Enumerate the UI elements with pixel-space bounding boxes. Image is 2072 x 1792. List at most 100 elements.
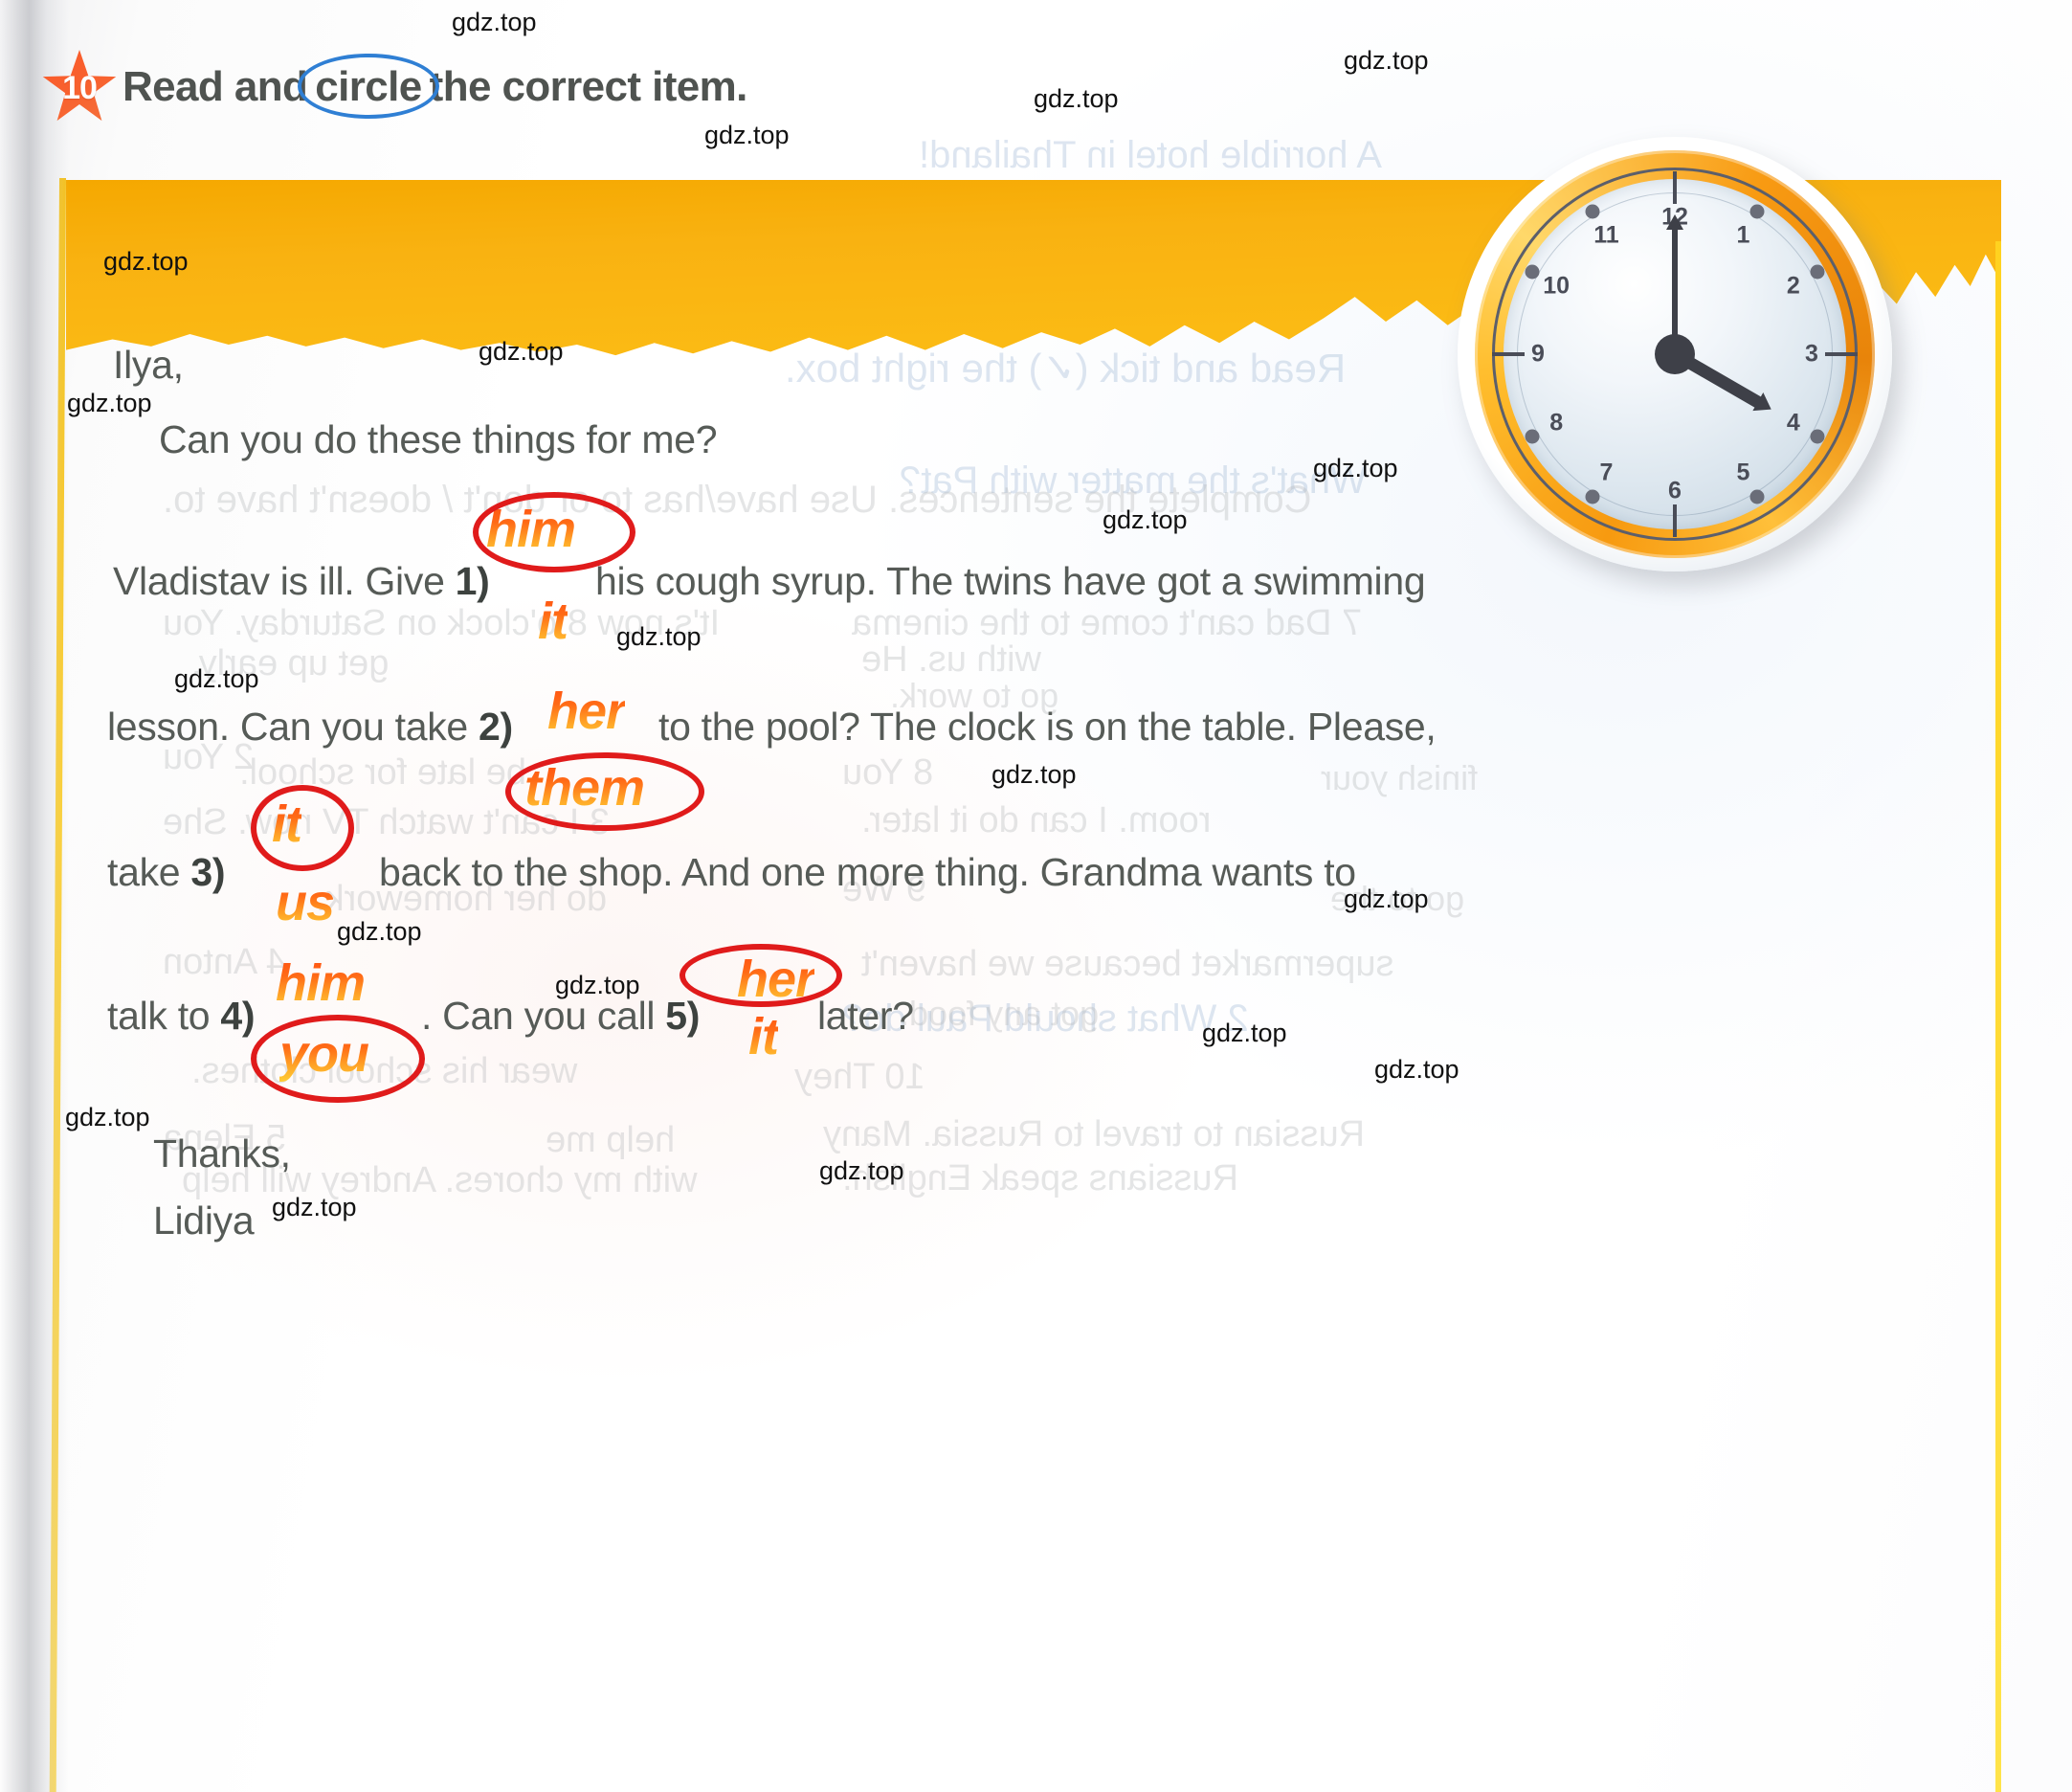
watermark-label: gdz.top <box>65 1103 150 1131</box>
clock-dot-1 <box>1749 204 1765 219</box>
clock-numeral-1: 1 <box>1736 221 1750 249</box>
option-4-top[interactable]: him <box>276 953 366 1013</box>
letter-line-4-mid: . Can you call 5) <box>421 994 700 1039</box>
instruction-part-after: the correct item. <box>429 63 748 110</box>
bleedthrough-text: 7 Dad can't come to the cinema <box>852 603 1363 643</box>
clock-center-hub <box>1655 334 1695 374</box>
watermark-label: gdz.top <box>67 389 152 417</box>
line-3-before: take <box>107 850 191 894</box>
watermark-label: gdz.top <box>1344 46 1429 75</box>
watermark-label: gdz.top <box>1344 885 1429 913</box>
clock-numeral-9: 9 <box>1531 340 1545 368</box>
bleedthrough-text: get up early. <box>191 643 390 683</box>
letter-line-4: talk to 4) <box>107 994 256 1039</box>
line-4-before: talk to <box>107 994 221 1038</box>
bleedthrough-text: finish your <box>1321 758 1479 797</box>
bleedthrough-text: Russian to travel to Russia. Many <box>823 1114 1366 1154</box>
option-5-top[interactable]: her <box>737 950 815 1009</box>
blank-number-5: 5) <box>665 994 701 1038</box>
bleedthrough-text: with us. He <box>861 639 1041 680</box>
bleedthrough-text: 4 Anton <box>163 942 286 982</box>
instruction-circled-word: circle <box>298 54 439 119</box>
option-1-bottom[interactable]: it <box>538 592 568 651</box>
letter-line-1: Vladistav is ill. Give 1) <box>113 559 490 604</box>
letter-opening-line: Can you do these things for me? <box>159 417 718 461</box>
exercise-number-star-icon: 10 <box>42 50 117 124</box>
bleedthrough-text: wear his school clothes. <box>191 1051 578 1091</box>
clock-dot-11 <box>1585 204 1600 219</box>
clock-numeral-4: 4 <box>1786 409 1800 436</box>
option-2-bottom[interactable]: them <box>524 758 645 818</box>
option-4-bottom[interactable]: you <box>279 1024 369 1084</box>
exercise-number: 10 <box>62 70 98 106</box>
option-2-top[interactable]: her <box>547 682 626 741</box>
clock-dot-2 <box>1810 264 1825 280</box>
bleedthrough-text: Read and tick (✓) the right box. <box>785 346 1347 391</box>
bleedthrough-text: 8 You <box>842 752 934 793</box>
watermark-label: gdz.top <box>616 622 702 651</box>
bleedthrough-text: got any food. <box>900 994 1100 1033</box>
bleedthrough-text: help me <box>546 1120 676 1160</box>
clock-dot-5 <box>1749 489 1765 504</box>
watermark-label: gdz.top <box>1034 84 1119 113</box>
watermark-label: gdz.top <box>1313 454 1398 482</box>
clock-numeral-10: 10 <box>1543 272 1571 299</box>
bleedthrough-text: 10 They <box>794 1057 925 1097</box>
clock-dot-4 <box>1810 429 1825 444</box>
bleedthrough-text: Complete the sentences. Use have/has to … <box>163 479 1312 521</box>
bleedthrough-text: supermarket because we haven't <box>861 944 1394 984</box>
blank-number-3: 3) <box>190 850 226 894</box>
bleedthrough-text: be late for school. <box>239 752 526 793</box>
watermark-label: gdz.top <box>1374 1055 1459 1084</box>
instruction-text: Read and circle the correct item. <box>123 54 748 119</box>
clock-numeral-11: 11 <box>1593 221 1619 249</box>
bleedthrough-text: Russians speak English. <box>842 1158 1238 1198</box>
instruction-part-before: Read and <box>123 63 308 110</box>
answer-circle-3 <box>251 785 354 871</box>
blank-number-4: 4) <box>220 994 256 1038</box>
bleedthrough-text: It's now 8 o'clock on Saturday. You <box>163 603 721 643</box>
bleedthrough-text: A horrible hotel in Thailand! <box>919 134 1383 176</box>
line-3-after: back to the shop. And one more thing. Gr… <box>379 850 1356 894</box>
bleedthrough-text: room. I can do it later. <box>861 800 1212 840</box>
clock-tick-6 <box>1673 504 1677 537</box>
line-2-before: lesson. Can you take <box>107 705 479 749</box>
clock-numeral-7: 7 <box>1599 459 1614 486</box>
letter-line-2: lesson. Can you take 2) <box>107 705 513 750</box>
clock-dot-8 <box>1525 429 1540 444</box>
clock-numeral-6: 6 <box>1668 477 1682 504</box>
line-4-mid: . Can you call <box>421 994 666 1038</box>
option-1-top[interactable]: him <box>486 500 576 559</box>
watermark-label: gdz.top <box>452 8 537 36</box>
clock-tick-9 <box>1492 352 1525 356</box>
blue-ellipse-icon <box>298 54 439 119</box>
clock-dot-10 <box>1525 264 1540 280</box>
watermark-label: gdz.top <box>1103 505 1188 534</box>
exercise-heading: 10 Read and circle the correct item. <box>42 50 747 124</box>
line-4-after: later? <box>817 994 914 1038</box>
watermark-label: gdz.top <box>991 760 1077 789</box>
line-2-after: to the pool? The clock is on the table. … <box>658 705 1437 749</box>
page-frame-right-rule <box>1995 241 2001 1792</box>
watermark-label: gdz.top <box>704 121 790 149</box>
line-1-after: his cough syrup. The twins have got a sw… <box>595 559 1426 603</box>
watermark-label: gdz.top <box>272 1193 357 1221</box>
letter-salutation: Ilya, <box>113 343 184 387</box>
watermark-label: gdz.top <box>174 664 259 693</box>
option-5-bottom[interactable]: it <box>748 1007 779 1066</box>
clock-numeral-5: 5 <box>1736 459 1750 486</box>
bleedthrough-text: What's the matter with Pat? <box>900 459 1367 502</box>
clock-numeral-3: 3 <box>1805 340 1818 368</box>
line-1-before: Vladistav is ill. Give <box>113 559 456 603</box>
clock-numeral-2: 2 <box>1786 272 1800 299</box>
option-3-bottom[interactable]: us <box>276 873 335 932</box>
blank-number-2: 2) <box>479 705 513 749</box>
letter-line-3: take 3) <box>107 850 226 895</box>
letter-signature: Lidiya <box>153 1198 255 1243</box>
option-3-top[interactable]: it <box>272 795 302 854</box>
clock-tick-3 <box>1825 352 1858 356</box>
page-frame-left-rule <box>49 178 66 1792</box>
clock-illustration: 121234567891011 <box>1450 129 1900 579</box>
textbook-page: A horrible hotel in Thailand! Read and ti… <box>0 0 2072 1792</box>
clock-numeral-8: 8 <box>1549 409 1564 436</box>
